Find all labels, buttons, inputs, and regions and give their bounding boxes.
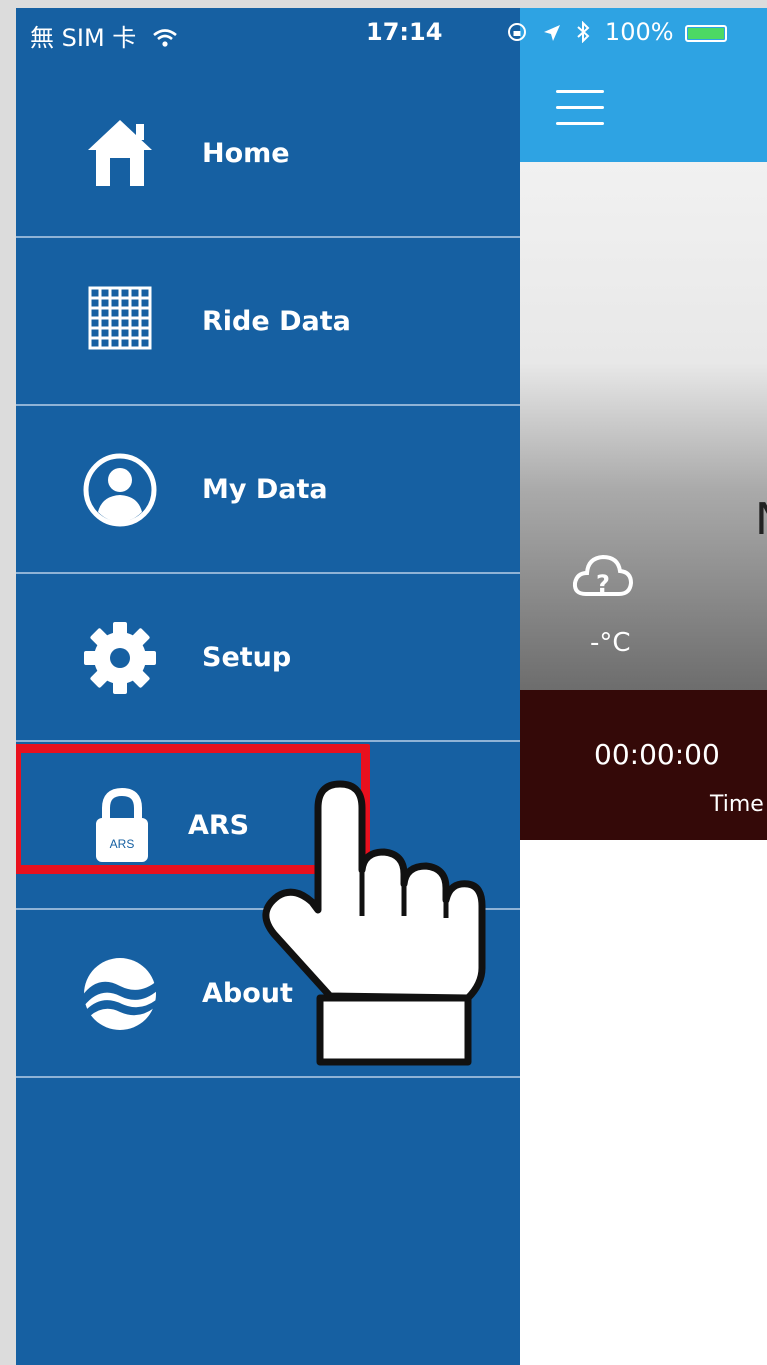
rotation-lock-icon [508,23,526,41]
menu-item-setup[interactable]: Setup [16,574,520,742]
location-icon [543,25,560,41]
battery-icon [685,25,728,42]
menu-item-home[interactable]: Home [16,70,520,238]
phone-screen: 無 SIM 卡 17:14 100% N [16,8,767,1365]
menu-item-ride-data[interactable]: Ride Data [16,238,520,406]
status-bar: 無 SIM 卡 17:14 100% [16,8,767,54]
hero-partial-text: N [755,494,767,545]
side-drawer: Home Ride Data My Data Setup ARS ARS Abo… [16,8,520,1365]
home-icon [88,120,152,186]
cloud-question-icon: ? [572,554,634,598]
logo-icon [82,958,158,1030]
temperature-value: -°C [590,628,631,658]
menu-label-ride-data: Ride Data [202,306,351,337]
menu-label-my-data: My Data [202,474,328,505]
grid-icon [88,286,152,350]
battery-percent: 100% [604,18,674,46]
menu-item-my-data[interactable]: My Data [16,406,520,574]
pointing-hand-icon [262,780,486,1066]
status-indicators: 100% [506,18,728,46]
carrier-label: 無 SIM 卡 [30,18,178,53]
time-label: Time [710,792,764,817]
hero-panel [520,162,767,690]
time-value: 00:00:00 [594,738,720,771]
user-icon [83,453,157,527]
clock: 17:14 [366,18,443,46]
gear-icon [84,622,156,694]
svg-text:?: ? [596,570,610,598]
menu-label-home: Home [202,138,290,169]
wifi-icon [153,29,177,47]
hamburger-menu-icon[interactable] [556,90,604,130]
menu-label-setup: Setup [202,642,292,673]
bluetooth-icon [577,20,590,44]
